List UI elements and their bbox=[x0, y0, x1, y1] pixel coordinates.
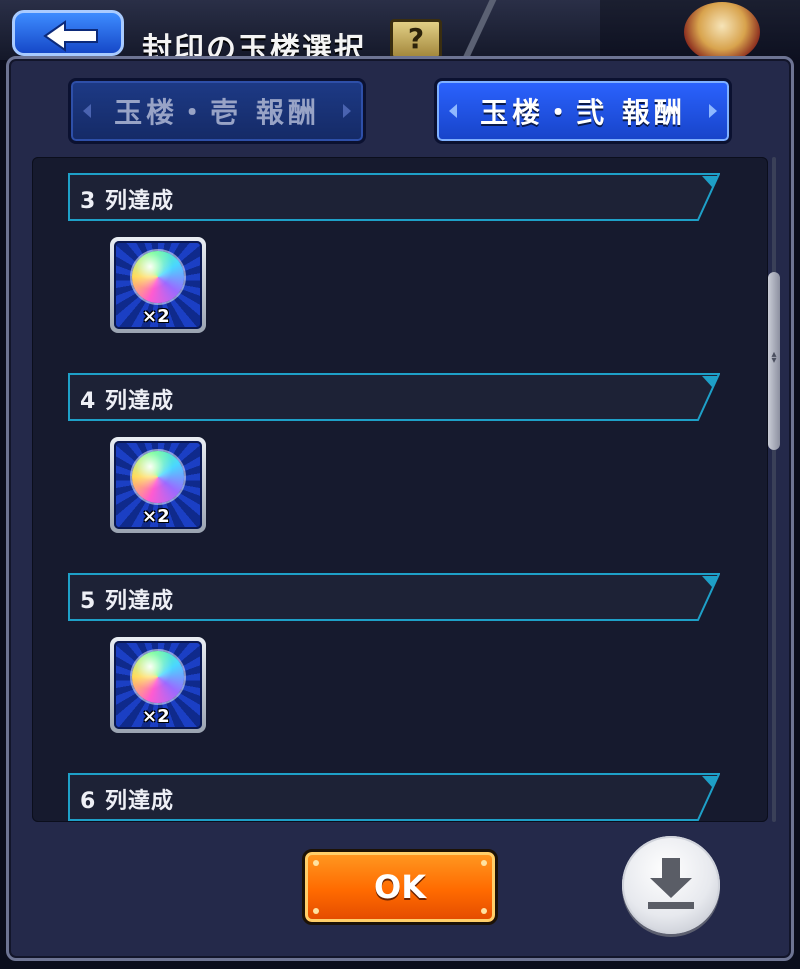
reward-section: 3 列達成 ×2 bbox=[32, 157, 768, 357]
reward-item-background: ×2 bbox=[114, 641, 202, 729]
back-arrow-icon bbox=[43, 20, 98, 52]
ok-button[interactable]: OK bbox=[302, 849, 498, 925]
tab-right-arrow-icon bbox=[343, 104, 351, 118]
button-rivet bbox=[313, 908, 319, 914]
reward-quantity: ×2 bbox=[142, 306, 170, 327]
section-label: 4 列達成 bbox=[80, 389, 174, 414]
reward-list[interactable]: 3 列達成 ×2 4 列達成 ×2 5 列達成 ×2 6 列達成 bbox=[32, 157, 768, 822]
help-button[interactable]: ? bbox=[390, 19, 442, 59]
reward-section: 6 列達成 ×2 bbox=[32, 757, 768, 822]
tab-gyokurou-2-rewards[interactable]: 玉楼・弐 報酬 bbox=[434, 78, 732, 144]
scrollbar-grip-icon: ▴ ▾ bbox=[771, 349, 777, 366]
tab-left-arrow-icon bbox=[83, 104, 91, 118]
reward-section: 4 列達成 ×2 bbox=[32, 357, 768, 557]
tab-label: 玉楼・壱 報酬 bbox=[114, 96, 320, 129]
download-button[interactable] bbox=[622, 836, 720, 934]
tab-label: 玉楼・弐 報酬 bbox=[480, 96, 686, 129]
download-arrow-icon bbox=[648, 858, 694, 909]
button-rivet bbox=[313, 860, 319, 866]
mascot-avatar-icon bbox=[684, 2, 760, 62]
rainbow-orb-icon bbox=[132, 651, 184, 703]
rainbow-orb-icon bbox=[132, 251, 184, 303]
section-header: 3 列達成 bbox=[68, 173, 720, 221]
reward-quantity: ×2 bbox=[142, 506, 170, 527]
reward-item-rainbow-orb[interactable]: ×2 bbox=[110, 437, 206, 533]
tab-right-arrow-icon bbox=[709, 104, 717, 118]
scrollbar-track[interactable] bbox=[772, 157, 776, 822]
section-label: 5 列達成 bbox=[80, 589, 174, 614]
ok-button-label: OK bbox=[374, 868, 426, 906]
reward-item-rainbow-orb[interactable]: ×2 bbox=[110, 237, 206, 333]
button-rivet bbox=[481, 908, 487, 914]
reward-section: 5 列達成 ×2 bbox=[32, 557, 768, 757]
header-divider bbox=[462, 0, 502, 60]
section-label: 3 列達成 bbox=[80, 189, 174, 214]
reward-item-rainbow-orb[interactable]: ×2 bbox=[110, 637, 206, 733]
top-header: 封印の玉楼選択 ? bbox=[0, 0, 800, 67]
section-header: 4 列達成 bbox=[68, 373, 720, 421]
reward-quantity: ×2 bbox=[142, 706, 170, 727]
section-header: 5 列達成 bbox=[68, 573, 720, 621]
reward-item-background: ×2 bbox=[114, 241, 202, 329]
back-button[interactable] bbox=[12, 10, 124, 56]
section-header: 6 列達成 bbox=[68, 773, 720, 821]
reward-item-background: ×2 bbox=[114, 441, 202, 529]
tab-gyokurou-1-rewards[interactable]: 玉楼・壱 報酬 bbox=[68, 78, 366, 144]
button-rivet bbox=[481, 860, 487, 866]
tab-left-arrow-icon bbox=[449, 104, 457, 118]
rainbow-orb-icon bbox=[132, 451, 184, 503]
section-label: 6 列達成 bbox=[80, 789, 174, 814]
